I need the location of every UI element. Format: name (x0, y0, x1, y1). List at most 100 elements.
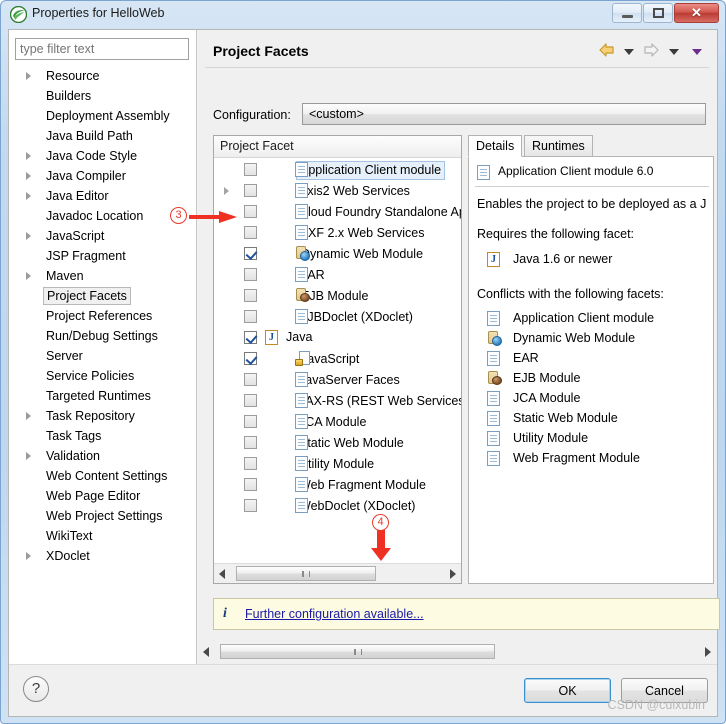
sidebar-item-label: XDoclet (46, 549, 90, 563)
sidebar-item-web-content-settings[interactable]: Web Content Settings (9, 466, 196, 486)
chevron-right-icon[interactable] (26, 452, 31, 460)
facet-checkbox[interactable] (244, 226, 257, 239)
sidebar-item-project-facets[interactable]: Project Facets (9, 286, 196, 306)
facet-row[interactable]: WebDoclet (XDoclet) (214, 495, 461, 516)
facet-checkbox[interactable] (244, 457, 257, 470)
sidebar-item-project-references[interactable]: Project References (9, 306, 196, 326)
facet-checkbox[interactable] (244, 331, 257, 344)
page-scroll-right-icon[interactable] (705, 647, 711, 657)
chevron-right-icon[interactable] (26, 172, 31, 180)
facet-checkbox[interactable] (244, 163, 257, 176)
facet-row[interactable]: EJBDoclet (XDoclet) (214, 306, 461, 327)
sidebar-item-java-code-style[interactable]: Java Code Style (9, 146, 196, 166)
facet-row[interactable]: CXF 2.x Web Services (214, 222, 461, 243)
facet-table-hscrollbar[interactable] (214, 563, 461, 583)
close-button[interactable]: ✕ (674, 3, 719, 23)
settings-tree[interactable]: Resource Builders Deployment Assembly Java … (9, 66, 196, 626)
sidebar-item-server[interactable]: Server (9, 346, 196, 366)
facet-label: JAX-RS (REST Web Services) (299, 394, 461, 408)
facet-column-header[interactable]: Project Facet (214, 136, 461, 158)
sidebar-item-task-tags[interactable]: Task Tags (9, 426, 196, 446)
chevron-right-icon[interactable] (26, 152, 31, 160)
configuration-select[interactable]: <custom> (302, 103, 706, 125)
sidebar-item-builders[interactable]: Builders (9, 86, 196, 106)
sidebar-item-web-page-editor[interactable]: Web Page Editor (9, 486, 196, 506)
minimize-button[interactable] (612, 3, 642, 23)
sidebar-item-java-editor[interactable]: Java Editor (9, 186, 196, 206)
page-hscroll-thumb[interactable] (220, 644, 495, 659)
tab-runtimes[interactable]: Runtimes (524, 135, 593, 157)
facet-row[interactable]: Web Fragment Module (214, 474, 461, 495)
facet-row[interactable]: EAR (214, 264, 461, 285)
chevron-right-icon[interactable] (26, 232, 31, 240)
forward-history-chevron-down-icon[interactable] (668, 48, 679, 55)
maximize-button[interactable] (643, 3, 673, 23)
chevron-right-icon[interactable] (26, 72, 31, 80)
page-scroll-left-icon[interactable] (203, 647, 209, 657)
doc-icon (295, 162, 308, 177)
facet-row[interactable]: JavaServer Faces (214, 369, 461, 390)
facet-row[interactable]: Axis2 Web Services (214, 180, 461, 201)
facet-row[interactable]: Dynamic Web Module (214, 243, 461, 264)
sidebar-item-jsp-fragment[interactable]: JSP Fragment (9, 246, 196, 266)
further-configuration-link[interactable]: Further configuration available... (245, 607, 424, 621)
chevron-right-icon[interactable] (224, 187, 229, 195)
facet-checkbox[interactable] (244, 310, 257, 323)
chevron-right-icon[interactable] (26, 412, 31, 420)
page-hscrollbar[interactable] (198, 642, 716, 662)
facet-checkbox[interactable] (244, 436, 257, 449)
chevron-right-icon[interactable] (26, 552, 31, 560)
details-list-item: JCA Module (487, 389, 580, 407)
view-menu-chevron-down-icon[interactable] (692, 48, 702, 55)
facet-row-list[interactable]: Application Client module Axis2 Web Servi… (214, 159, 461, 563)
sidebar-item-service-policies[interactable]: Service Policies (9, 366, 196, 386)
back-button[interactable] (598, 42, 616, 61)
sidebar-item-deployment-assembly[interactable]: Deployment Assembly (9, 106, 196, 126)
forward-button[interactable] (642, 42, 660, 61)
sidebar-item-validation[interactable]: Validation (9, 446, 196, 466)
sidebar-item-task-repository[interactable]: Task Repository (9, 406, 196, 426)
facet-checkbox[interactable] (244, 184, 257, 197)
sidebar-item-xdoclet[interactable]: XDoclet (9, 546, 196, 566)
facet-row[interactable]: JCA Module (214, 411, 461, 432)
facet-checkbox[interactable] (244, 373, 257, 386)
tab-details[interactable]: Details (468, 135, 523, 157)
back-history-chevron-down-icon[interactable] (623, 48, 634, 55)
project-facet-table: Project Facet Application Client module A… (213, 135, 462, 584)
facet-row[interactable]: Static Web Module (214, 432, 461, 453)
facet-checkbox[interactable] (244, 415, 257, 428)
sidebar-item-java-build-path[interactable]: Java Build Path (9, 126, 196, 146)
facet-row[interactable]: J Java (214, 327, 461, 348)
sidebar-item-wikitext[interactable]: WikiText (9, 526, 196, 546)
sidebar-item-javadoc-location[interactable]: Javadoc Location (9, 206, 196, 226)
facet-row[interactable]: JavaScript (214, 348, 461, 369)
facet-checkbox[interactable] (244, 205, 257, 218)
help-button[interactable]: ? (23, 676, 49, 702)
facet-checkbox[interactable] (244, 289, 257, 302)
facet-checkbox[interactable] (244, 268, 257, 281)
sidebar-item-maven[interactable]: Maven (9, 266, 196, 286)
filter-input[interactable] (15, 38, 189, 60)
facet-row[interactable]: JAX-RS (REST Web Services) (214, 390, 461, 411)
ok-button[interactable]: OK (524, 678, 611, 703)
sidebar-item-resource[interactable]: Resource (9, 66, 196, 86)
facet-row[interactable]: Cloud Foundry Standalone Appl (214, 201, 461, 222)
facet-checkbox[interactable] (244, 478, 257, 491)
sidebar-item-java-compiler[interactable]: Java Compiler (9, 166, 196, 186)
scroll-left-icon[interactable] (219, 569, 225, 579)
facet-checkbox[interactable] (244, 352, 257, 365)
facet-checkbox[interactable] (244, 499, 257, 512)
facet-row[interactable]: Application Client module (214, 159, 461, 180)
facet-row[interactable]: Utility Module (214, 453, 461, 474)
chevron-right-icon[interactable] (26, 272, 31, 280)
sidebar-item-web-project-settings[interactable]: Web Project Settings (9, 506, 196, 526)
facet-hscroll-thumb[interactable] (236, 566, 376, 581)
facet-row[interactable]: EJB Module (214, 285, 461, 306)
chevron-right-icon[interactable] (26, 192, 31, 200)
facet-checkbox[interactable] (244, 247, 257, 260)
facet-checkbox[interactable] (244, 394, 257, 407)
sidebar-item-javascript[interactable]: JavaScript (9, 226, 196, 246)
sidebar-item-run-debug-settings[interactable]: Run/Debug Settings (9, 326, 196, 346)
sidebar-item-targeted-runtimes[interactable]: Targeted Runtimes (9, 386, 196, 406)
scroll-right-icon[interactable] (450, 569, 456, 579)
